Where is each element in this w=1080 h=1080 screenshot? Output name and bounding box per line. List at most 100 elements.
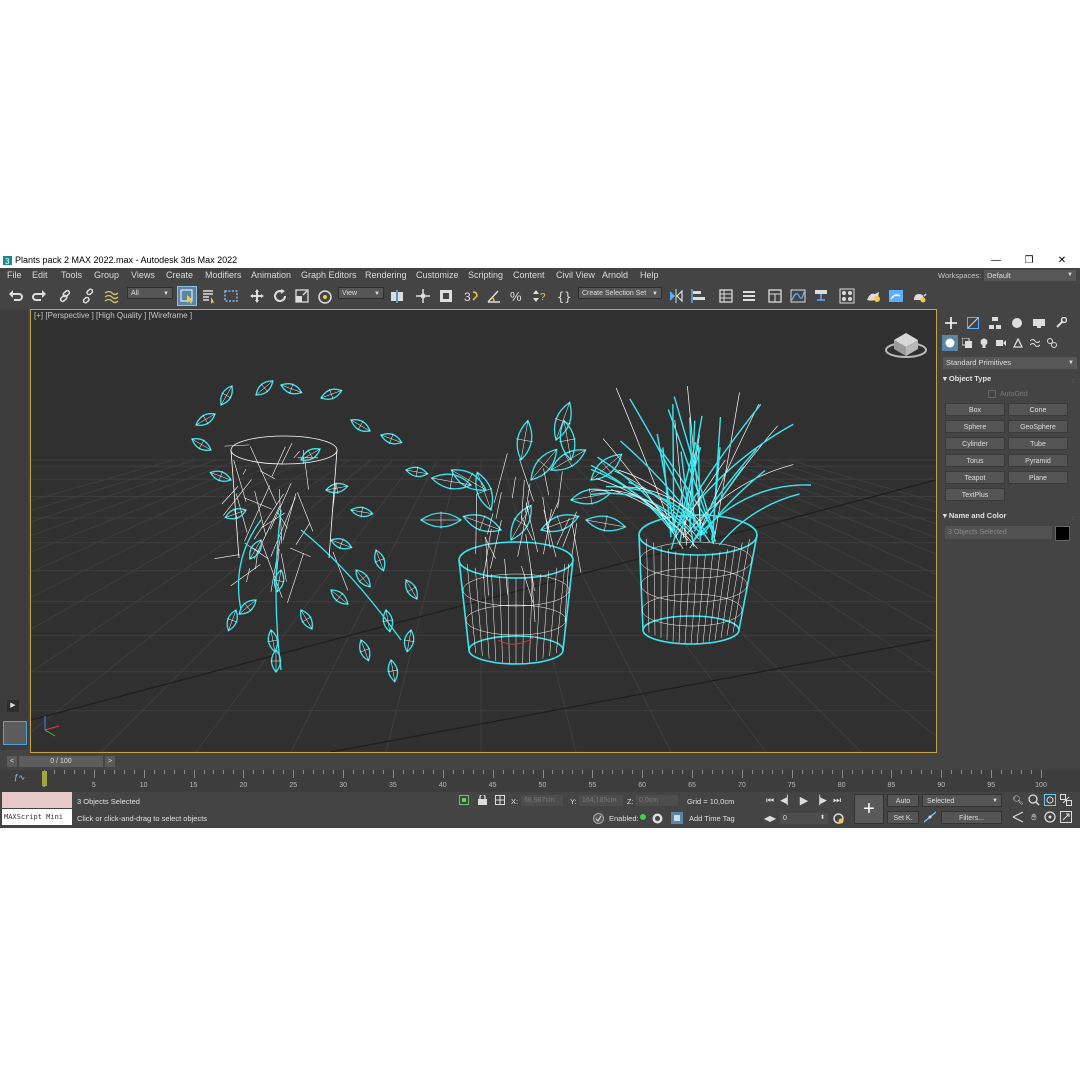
- render-setup-button[interactable]: [864, 287, 882, 305]
- menu-graph-editors[interactable]: Graph Editors: [301, 270, 357, 280]
- z-coord-field[interactable]: 0,0cm: [636, 795, 678, 806]
- reference-coord-select[interactable]: View ▼: [338, 287, 384, 299]
- pyramid-button[interactable]: Pyramid: [1008, 454, 1068, 467]
- maxscript-listener[interactable]: MAXScript Mini: [2, 809, 72, 825]
- lights-button[interactable]: [976, 335, 992, 351]
- y-coord-field[interactable]: 164,185cm: [579, 795, 623, 806]
- geometry-button[interactable]: [942, 335, 958, 351]
- curve-editor-button[interactable]: [789, 287, 807, 305]
- menu-edit[interactable]: Edit: [32, 270, 48, 280]
- field-of-view-button[interactable]: [1010, 810, 1026, 824]
- adaptive-degradation-button[interactable]: [590, 811, 606, 825]
- plant-leafy-wireframe[interactable]: [419, 401, 627, 665]
- minimize-button[interactable]: —: [981, 253, 1011, 268]
- object-type-rollout[interactable]: ▾ Object Type ⁝: [943, 373, 1077, 385]
- key-filter-select[interactable]: Selected ▼: [922, 794, 1002, 807]
- menu-modifiers[interactable]: Modifiers: [205, 270, 242, 280]
- link-button[interactable]: [56, 287, 74, 305]
- auto-key-button[interactable]: Auto: [887, 794, 919, 807]
- key-mode-button[interactable]: ◀▶: [762, 811, 778, 825]
- box-button[interactable]: Box: [945, 403, 1005, 416]
- render-production-button[interactable]: [910, 287, 928, 305]
- torus-button[interactable]: Torus: [945, 454, 1005, 467]
- systems-button[interactable]: [1044, 335, 1060, 351]
- key-filters-button[interactable]: Filters...: [941, 811, 1002, 824]
- track-bar[interactable]: ƒ∿ 0510152025303540455055606570758085909…: [0, 770, 1080, 792]
- redo-button[interactable]: [30, 287, 48, 305]
- geosphere-button[interactable]: GeoSphere: [1008, 420, 1068, 433]
- menu-file[interactable]: File: [7, 270, 22, 280]
- keyboard-shortcut-button[interactable]: [437, 287, 455, 305]
- viewport-layout-thumbnail[interactable]: [3, 721, 27, 745]
- teapot-button[interactable]: Teapot: [945, 471, 1005, 484]
- sphere-button[interactable]: Sphere: [945, 420, 1005, 433]
- maxscript-output[interactable]: [2, 792, 72, 808]
- helpers-button[interactable]: [1010, 335, 1026, 351]
- scale-button[interactable]: [293, 287, 311, 305]
- menu-rendering[interactable]: Rendering: [365, 270, 407, 280]
- time-prev-button[interactable]: <: [7, 756, 17, 767]
- menu-civil-view[interactable]: Civil View: [556, 270, 595, 280]
- cone-button[interactable]: Cone: [1008, 403, 1068, 416]
- set-keys-button[interactable]: +: [854, 794, 884, 824]
- object-category-select[interactable]: Standard Primitives ▼: [943, 357, 1077, 369]
- create-tab[interactable]: [942, 314, 960, 332]
- menu-help[interactable]: Help: [640, 270, 659, 280]
- previous-frame-button[interactable]: ◀▏: [779, 793, 795, 807]
- perspective-viewport[interactable]: [+] [Perspective ] [High Quality ] [Wire…: [30, 309, 937, 753]
- layer-explorer-button[interactable]: [740, 287, 758, 305]
- x-coord-field[interactable]: 66,967cm: [521, 795, 563, 806]
- motion-tab[interactable]: [1008, 314, 1026, 332]
- utilities-tab[interactable]: [1052, 314, 1070, 332]
- angle-snap-button[interactable]: [485, 287, 503, 305]
- viewcube[interactable]: [885, 333, 927, 358]
- mirror-button[interactable]: [667, 287, 685, 305]
- menu-tools[interactable]: Tools: [61, 270, 82, 280]
- next-frame-button[interactable]: ▕▶: [812, 793, 828, 807]
- current-frame-field[interactable]: 0 ⬍: [780, 813, 828, 824]
- plane-button[interactable]: Plane: [1008, 471, 1068, 484]
- pan-button[interactable]: ✋︎: [1026, 810, 1042, 824]
- set-key-button[interactable]: Set K.: [887, 811, 919, 824]
- close-button[interactable]: ✕: [1047, 253, 1077, 268]
- curve-editor-mini-icon[interactable]: ƒ∿: [14, 773, 25, 782]
- workspaces-select[interactable]: Default ▼: [984, 270, 1076, 281]
- maximize-viewport-button[interactable]: [1058, 810, 1074, 824]
- move-button[interactable]: [248, 287, 266, 305]
- menu-group[interactable]: Group: [94, 270, 119, 280]
- spinner-snap-button[interactable]: ?: [530, 287, 548, 305]
- material-editor-button[interactable]: [838, 287, 856, 305]
- bind-space-warp-button[interactable]: [102, 287, 120, 305]
- zoom-extents-all-button[interactable]: [1058, 793, 1074, 807]
- select-manipulate-button[interactable]: [414, 287, 432, 305]
- tube-button[interactable]: Tube: [1008, 437, 1068, 450]
- unlink-button[interactable]: [79, 287, 97, 305]
- snap-toggle-button[interactable]: 3: [462, 287, 480, 305]
- zoom-extents-button[interactable]: [1042, 793, 1058, 807]
- shapes-button[interactable]: [959, 335, 975, 351]
- zoom-button[interactable]: 🔍︎: [1010, 793, 1026, 807]
- pivot-center-button[interactable]: [388, 287, 406, 305]
- zoom-all-button[interactable]: [1026, 793, 1042, 807]
- goto-end-button[interactable]: ⏭: [829, 793, 845, 807]
- time-configuration-button[interactable]: [830, 811, 846, 825]
- key-tangent-button[interactable]: [922, 810, 938, 824]
- undo-button[interactable]: [7, 287, 25, 305]
- object-name-field[interactable]: 3 Objects Selected: [945, 526, 1052, 539]
- absolute-mode-button[interactable]: [492, 793, 508, 807]
- menu-arnold[interactable]: Arnold: [602, 270, 628, 280]
- add-time-tag-button[interactable]: [669, 811, 685, 825]
- goto-start-button[interactable]: ⏮: [762, 793, 778, 807]
- plant-vine-wireframe[interactable]: [191, 380, 429, 683]
- object-color-swatch[interactable]: [1055, 526, 1070, 541]
- maximize-button[interactable]: ❐: [1014, 253, 1044, 268]
- isolate-selection-button[interactable]: [456, 793, 472, 807]
- viewport-label[interactable]: [+] [Perspective ] [High Quality ] [Wire…: [34, 311, 192, 320]
- edit-named-selection-button[interactable]: {}: [556, 287, 574, 305]
- menu-content[interactable]: Content: [513, 270, 545, 280]
- selection-filter-select[interactable]: All ▼: [127, 287, 173, 299]
- hierarchy-tab[interactable]: [986, 314, 1004, 332]
- align-button[interactable]: [690, 287, 708, 305]
- menu-views[interactable]: Views: [131, 270, 155, 280]
- menu-create[interactable]: Create: [166, 270, 193, 280]
